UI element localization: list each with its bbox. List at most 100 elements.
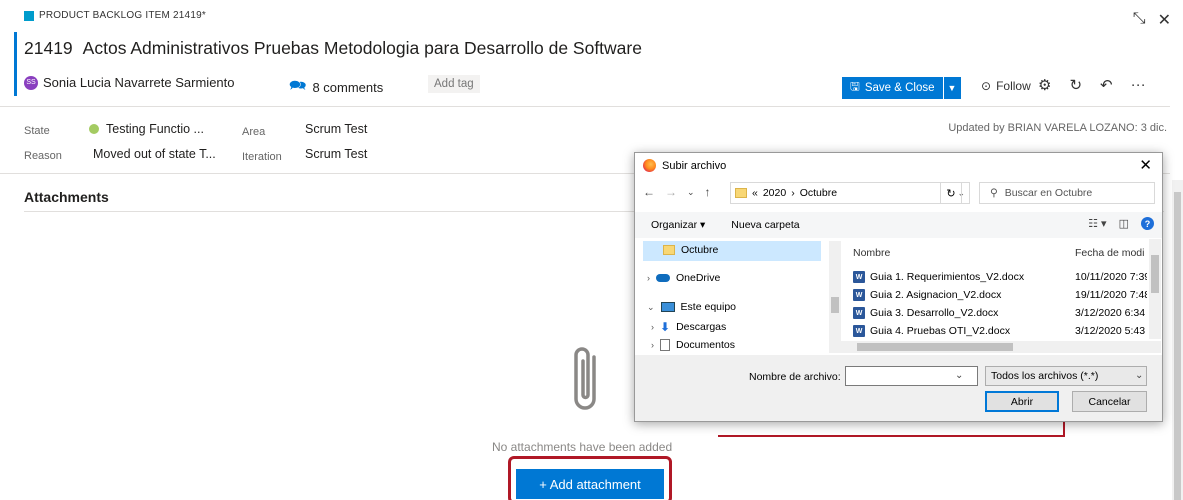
tree-item-este-equipo[interactable]: ⌄ Este equipo — [647, 301, 736, 313]
refresh-icon[interactable]: ↻ — [1069, 76, 1082, 94]
chevron-down-icon[interactable]: ⌄ — [955, 370, 963, 381]
file-item[interactable]: W Guia 3. Desarrollo_V2.docx — [853, 307, 998, 319]
open-button[interactable]: Abrir — [985, 391, 1059, 412]
tree-item-label: Octubre — [681, 244, 719, 256]
header-actions: ⚙ ↻ ↶ ··· — [1038, 76, 1146, 94]
file-item[interactable]: W Guia 2. Asignacion_V2.docx — [853, 289, 1001, 301]
col-name-header[interactable]: Nombre — [853, 247, 890, 259]
firefox-icon — [643, 159, 656, 172]
file-date: 10/11/2020 7:39 — [1075, 271, 1147, 283]
minimize-icon[interactable]: ⤡ — [1133, 10, 1146, 30]
path-segment-2020[interactable]: 2020 — [763, 187, 786, 199]
search-icon: ⚲ — [990, 187, 998, 199]
assigned-user[interactable]: SS Sonia Lucia Navarrete Sarmiento — [24, 75, 235, 90]
reason-field[interactable]: Moved out of state T... — [93, 147, 216, 161]
view-options-icon[interactable]: ☷ ▾ — [1088, 217, 1106, 230]
col-date-header[interactable]: Fecha de modi — [1075, 247, 1144, 259]
recent-dropdown-icon[interactable]: ⌄ — [687, 187, 695, 198]
view-controls: ☷ ▾ ◫ ? — [1088, 217, 1154, 230]
no-attachments-text: No attachments have been added — [492, 440, 673, 454]
chevron-right-icon[interactable]: › — [651, 340, 654, 350]
horizontal-scrollbar-thumb[interactable] — [857, 343, 1013, 351]
attachments-title: Attachments — [24, 189, 109, 205]
chevron-right-icon[interactable]: › — [651, 322, 654, 332]
iteration-label: Iteration — [242, 151, 282, 163]
assigned-user-name: Sonia Lucia Navarrete Sarmiento — [43, 75, 235, 90]
settings-icon[interactable]: ⚙ — [1038, 76, 1051, 94]
refresh-icon[interactable]: ↻ — [940, 182, 962, 204]
chevron-right-icon[interactable]: › — [647, 273, 650, 283]
path-separator: › — [791, 187, 795, 199]
tree-item-onedrive[interactable]: › OneDrive — [647, 272, 720, 284]
file-type-select[interactable]: Todos los archivos (*.*) — [985, 366, 1147, 386]
tree-scrollbar-thumb[interactable] — [831, 297, 839, 313]
backlog-item-icon — [24, 10, 34, 21]
path-overflow[interactable]: « — [752, 187, 758, 199]
tree-item-documentos[interactable]: › Documentos — [651, 339, 735, 351]
file-list-scrollbar-thumb[interactable] — [1151, 255, 1159, 293]
folder-tree: Octubre › OneDrive ⌄ Este equipo › ⬇ Des… — [643, 241, 841, 353]
file-date: 3/12/2020 6:34 — [1075, 307, 1146, 319]
follow-icon: ⊙ — [981, 79, 992, 93]
computer-icon — [660, 302, 675, 312]
page-scrollbar-thumb[interactable] — [1174, 192, 1181, 500]
page-title: 21419 Actos Administrativos Pruebas Meto… — [24, 38, 642, 59]
window-controls: ⤡ ✕ — [1133, 10, 1171, 30]
reason-label: Reason — [24, 150, 62, 162]
download-icon: ⬇ — [660, 320, 671, 334]
documents-icon — [660, 339, 670, 351]
path-segment-octubre[interactable]: Octubre — [800, 187, 837, 199]
state-label: State — [24, 125, 50, 137]
file-upload-dialog: Subir archivo ✕ ← → ⌄ ↑ « 2020 › Octubre… — [634, 152, 1163, 422]
preview-pane-icon[interactable]: ◫ — [1119, 217, 1129, 230]
back-arrow-icon[interactable]: ← — [643, 185, 655, 199]
accent-bar — [14, 32, 17, 96]
file-name: Guia 3. Desarrollo_V2.docx — [870, 307, 999, 319]
tree-item-label: OneDrive — [676, 272, 721, 284]
tree-item-octubre[interactable]: Octubre — [663, 244, 718, 256]
iteration-field[interactable]: Scrum Test — [305, 147, 367, 161]
up-arrow-icon[interactable]: ↑ — [705, 185, 711, 199]
search-input[interactable]: ⚲ Buscar en Octubre — [979, 182, 1155, 204]
close-icon[interactable]: ✕ — [1158, 10, 1171, 30]
dialog-toolbar: Organizar ▾ Nueva carpeta — [635, 212, 1162, 238]
save-close-main[interactable]: 🖫 Save & Close — [842, 77, 943, 99]
forward-arrow-icon[interactable]: → — [665, 185, 677, 199]
header-divider — [0, 106, 1170, 107]
save-close-label: Save & Close — [864, 82, 935, 94]
follow-label: Follow — [996, 79, 1031, 93]
help-icon[interactable]: ? — [1141, 217, 1154, 230]
file-date: 3/12/2020 5:43 — [1075, 325, 1146, 337]
comments-count: 8 comments — [312, 79, 384, 95]
dialog-titlebar: Subir archivo — [643, 159, 726, 172]
updated-by[interactable]: Updated by BRIAN VARELA LOZANO: 3 dic. — [948, 122, 1167, 134]
comments-icon: 🗪 — [289, 77, 307, 93]
chevron-down-icon[interactable]: ⌄ — [1135, 370, 1143, 381]
tree-item-descargas[interactable]: › ⬇ Descargas — [651, 320, 726, 334]
undo-icon[interactable]: ↶ — [1100, 76, 1113, 94]
tree-item-label: Descargas — [676, 321, 727, 333]
comments-link[interactable]: 🗪 8 comments — [289, 75, 383, 99]
new-folder-button[interactable]: Nueva carpeta — [731, 219, 799, 231]
area-field[interactable]: Scrum Test — [305, 122, 367, 136]
word-icon: W — [853, 271, 865, 283]
file-item[interactable]: W Guia 4. Pruebas OTI_V2.docx — [853, 325, 1010, 337]
follow-button[interactable]: ⊙ Follow — [981, 79, 1031, 93]
avatar: SS — [24, 75, 38, 90]
more-icon[interactable]: ··· — [1131, 76, 1146, 94]
work-item-title[interactable]: Actos Administrativos Pruebas Metodologi… — [83, 38, 642, 59]
add-tag-button[interactable]: Add tag — [428, 75, 480, 93]
save-dropdown-button[interactable]: ▼ — [942, 77, 961, 99]
organize-button[interactable]: Organizar ▾ — [651, 219, 705, 231]
save-close-button[interactable]: 🖫 Save & Close ▼ — [842, 77, 961, 99]
word-icon: W — [853, 307, 865, 319]
word-icon: W — [853, 325, 865, 337]
state-field[interactable]: Testing Functio ... — [89, 122, 204, 136]
cancel-button[interactable]: Cancelar — [1072, 391, 1147, 412]
folder-icon — [735, 188, 747, 198]
chevron-down-icon[interactable]: ⌄ — [647, 302, 655, 313]
dialog-close-icon[interactable]: ✕ — [1139, 156, 1152, 174]
file-item[interactable]: W Guia 1. Requerimientos_V2.docx — [853, 271, 1024, 283]
address-bar[interactable]: « 2020 › Octubre ⌄ — [730, 182, 970, 204]
folder-icon — [663, 245, 675, 255]
